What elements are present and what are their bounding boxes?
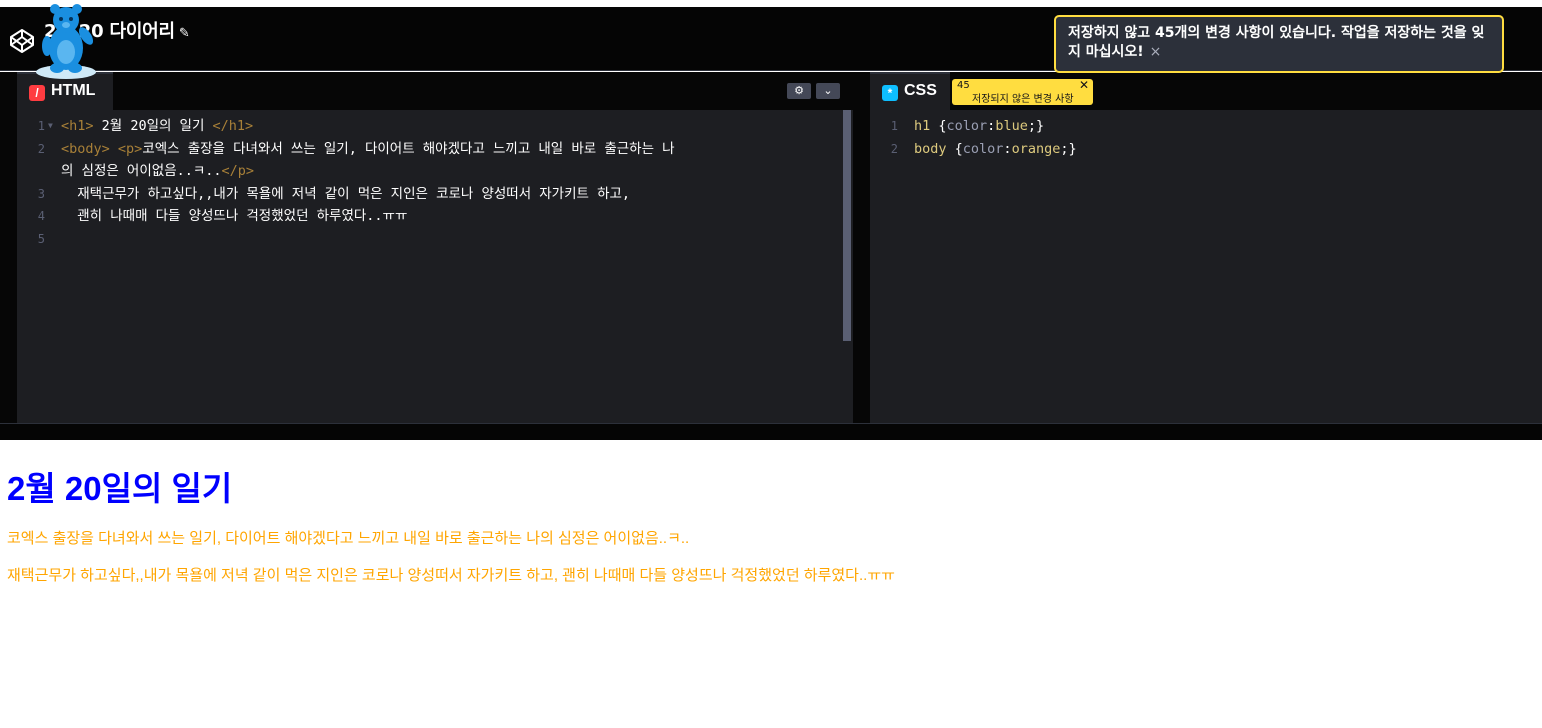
line-number: 2 bbox=[890, 141, 898, 156]
toast-close-button[interactable]: × bbox=[1150, 44, 1162, 60]
code-text: 괜히 나때매 다들 양성뜨나 걱정했었던 하루였다..ㅠㅠ bbox=[61, 208, 408, 224]
preview-paragraph-2: 재택근무가 하고싶다,,내가 목욜에 저녁 같이 먹은 지인은 코로나 양성떠서… bbox=[7, 567, 895, 584]
chevron-down-icon: ⌄ bbox=[823, 84, 833, 97]
line-number: 1 bbox=[37, 119, 45, 133]
tab-html-label: HTML bbox=[51, 82, 96, 99]
html-collapse-button[interactable]: ⌄ bbox=[816, 83, 840, 99]
html-slash-icon: / bbox=[29, 85, 45, 101]
pencil-icon[interactable]: ✎ bbox=[179, 26, 190, 41]
unsaved-count: 45 bbox=[957, 80, 970, 91]
fold-arrow-icon[interactable]: ▼ bbox=[48, 115, 53, 138]
line-number: 1 bbox=[890, 119, 898, 133]
css-editor-pane: * CSS 45 저장되지 않은 변경 사항 ✕ 1 h1 {color:blue;… bbox=[870, 72, 1542, 423]
tab-css[interactable]: * CSS bbox=[870, 72, 950, 110]
top-strip bbox=[0, 0, 1542, 7]
editor-area: / HTML ⚙ ⌄ 1 ▼ <h1> 2월 20일의 일기 </h1> 2 <body>… bbox=[0, 72, 1542, 423]
unsaved-changes-toast: 저장하지 않고 45개의 변경 사항이 있습니다. 작업을 저장하는 것을 잊지… bbox=[1054, 15, 1504, 73]
toast-message: 저장하지 않고 45개의 변경 사항이 있습니다. 작업을 저장하는 것을 잊지… bbox=[1068, 25, 1485, 60]
code-text: 재택근무가 하고싶다,,내가 목욜에 저녁 같이 먹은 지인은 코로나 양성떠서… bbox=[61, 185, 631, 202]
gear-icon: ⚙ bbox=[794, 84, 804, 97]
code-text: 의 심정은 어이없음..ㅋ..</p> bbox=[61, 163, 255, 179]
code-text: h1 {color:blue;} bbox=[914, 118, 1045, 134]
preview-resize-bar[interactable] bbox=[0, 423, 1542, 440]
code-text: <h1> 2월 20일의 일기 </h1> bbox=[61, 118, 254, 134]
css-code-editor[interactable]: 1 h1 {color:blue;} 2 body {color:orange;} bbox=[870, 110, 1542, 423]
line-number: 2 bbox=[37, 141, 45, 156]
line-number: 4 bbox=[37, 209, 45, 223]
unsaved-label: 저장되지 않은 변경 사항 bbox=[972, 94, 1074, 105]
html-editor-pane: / HTML ⚙ ⌄ 1 ▼ <h1> 2월 20일의 일기 </h1> 2 <body>… bbox=[17, 72, 853, 423]
badge-close-icon[interactable]: ✕ bbox=[1079, 78, 1089, 92]
html-settings-button[interactable]: ⚙ bbox=[787, 83, 811, 99]
unsaved-changes-badge[interactable]: 45 저장되지 않은 변경 사항 ✕ bbox=[952, 78, 1093, 105]
tab-css-label: CSS bbox=[904, 82, 937, 99]
html-code-editor[interactable]: 1 ▼ <h1> 2월 20일의 일기 </h1> 2 <body> <p>코엑스 출장… bbox=[17, 110, 853, 423]
preview-heading: 2월 20일의 일기 bbox=[7, 470, 233, 507]
css-asterisk-icon: * bbox=[882, 85, 898, 101]
code-text: <body> <p>코엑스 출장을 다녀와서 쓰는 일기, 다이어트 해야겠다고… bbox=[61, 140, 675, 157]
preview-paragraph-1: 코엑스 출장을 다녀와서 쓰는 일기, 다이어트 해야겠다고 느끼고 내일 바로… bbox=[7, 530, 690, 547]
html-tab-bar: / HTML ⚙ ⌄ bbox=[17, 72, 853, 110]
line-number: 5 bbox=[37, 231, 45, 246]
html-editor-scrollbar[interactable] bbox=[843, 110, 851, 341]
bear-mascot-icon bbox=[36, 4, 96, 79]
line-number: 3 bbox=[37, 186, 45, 201]
code-text: body {color:orange;} bbox=[914, 140, 1077, 157]
preview-panel: 2월 20일의 일기 코엑스 출장을 다녀와서 쓰는 일기, 다이어트 해야겠다… bbox=[0, 440, 1542, 728]
css-tab-bar: * CSS 45 저장되지 않은 변경 사항 ✕ bbox=[870, 72, 1542, 110]
